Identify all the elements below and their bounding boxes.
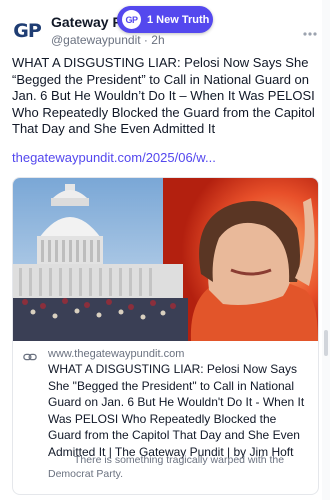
card-description: There is something tragically warped wit… xyxy=(48,454,285,480)
card-domain: www.thegatewaypundit.com xyxy=(48,348,185,360)
author-handle[interactable]: @gatewaypundit xyxy=(51,33,141,47)
new-truth-label: 1 New Truth xyxy=(147,13,210,26)
post-timestamp[interactable]: 2h xyxy=(151,33,164,47)
link-preview-card[interactable]: www.thegatewaypundit.com WHAT A DISGUSTI… xyxy=(12,177,319,495)
avatar[interactable]: GP xyxy=(12,16,42,46)
new-truth-button[interactable]: GP 1 New Truth xyxy=(117,6,213,33)
post-text: WHAT A DISGUSTING LIAR: Pelosi Now Says … xyxy=(12,55,315,136)
card-title: WHAT A DISGUSTING LIAR: Pelosi Now Says … xyxy=(48,362,305,459)
post-link[interactable]: thegatewaypundit.com/2025/06/w... xyxy=(12,150,318,165)
link-icon xyxy=(23,353,37,361)
more-options-button[interactable] xyxy=(300,24,320,44)
card-image xyxy=(13,178,318,341)
truth-logo-icon: GP xyxy=(122,10,141,29)
author-meta: @gatewaypundit · 2h xyxy=(51,33,165,47)
more-icon xyxy=(303,32,317,36)
truth-post: GP Gateway Pundit @gatewaypundit · 2h GP… xyxy=(0,0,322,500)
scrollbar-thumb[interactable] xyxy=(324,330,328,356)
scrollbar[interactable] xyxy=(322,0,330,500)
